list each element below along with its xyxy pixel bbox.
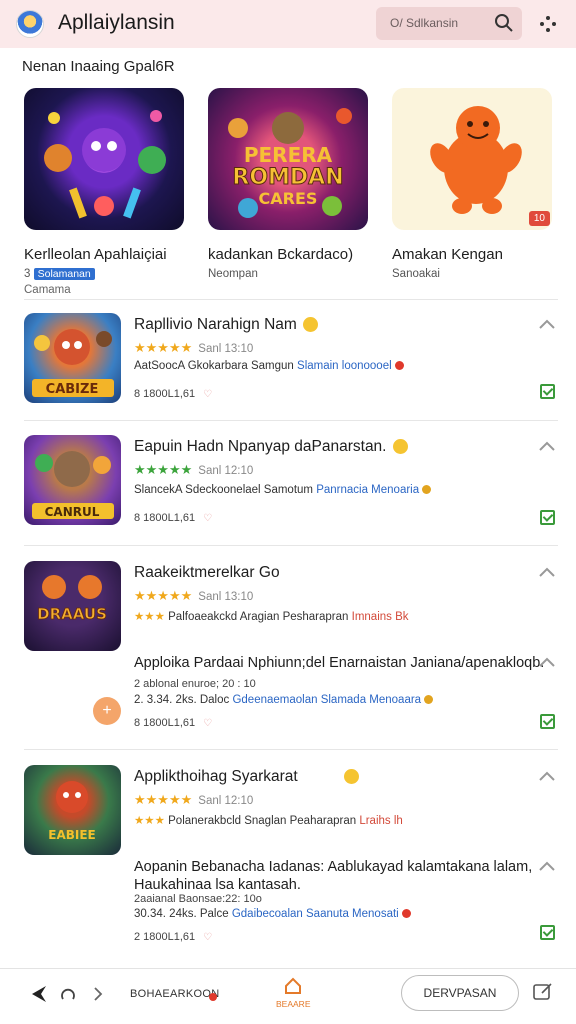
app-meta: SlancekA Sdeckoonelael Samotum Panrnacia…: [134, 484, 432, 496]
featured-card-image: PERERA ROMDAN CARES: [208, 88, 368, 230]
chevron-right-icon[interactable]: [92, 986, 104, 1002]
app-logo-icon: [16, 10, 44, 38]
heart-icon[interactable]: ♡: [203, 389, 212, 400]
more-options-icon[interactable]: [538, 14, 558, 34]
search-placeholder: O/ Sdlkansin: [390, 16, 459, 30]
chevron-up-icon[interactable]: [538, 860, 556, 872]
featured-card-name: Kerlleolan Apahlaiçiai: [24, 246, 167, 263]
undo-icon[interactable]: [60, 987, 76, 1003]
chevron-up-icon[interactable]: [538, 770, 556, 782]
svg-text:CARES: CARES: [259, 189, 318, 208]
app-meta: ★★★ Polanerakbcld Snaglan Peaharapran Lr…: [134, 815, 403, 827]
divider: [24, 749, 558, 750]
app-stats: 2 1800L1,61 ♡: [134, 931, 213, 943]
heart-icon[interactable]: ♡: [203, 932, 212, 943]
svg-text:CABIZE: CABIZE: [46, 382, 99, 397]
app-stats: 8 1800L1,61 ♡: [134, 717, 213, 729]
featured-card-name: Amakan Kengan: [392, 246, 503, 263]
app-title: Eapuin Hadn Npanyap daPanarstan.: [134, 438, 408, 456]
search-input[interactable]: O/ Sdlkansin: [376, 7, 522, 40]
featured-card[interactable]: Kerlleolan Apahlaiçiai 3 Solamanan Camam…: [24, 88, 186, 296]
app-meta: ★★★ Palfoaeakckd Aragian Pesharapran Imn…: [134, 611, 409, 623]
svg-text:DRAAUS: DRAAUS: [37, 605, 107, 623]
app-thumbnail: CANRUL: [24, 435, 121, 525]
star-rating: ★★★★★ Sanl 12:10: [134, 462, 254, 477]
app-title: Raakeiktmerelkar Go: [134, 564, 280, 581]
app-meta: AatSoocA Gkokarbara Samgun Slamain loono…: [134, 360, 404, 372]
install-checkbox[interactable]: [540, 925, 555, 940]
divider: [24, 545, 558, 546]
top-app-bar: Apllaiylansin O/ Sdlkansin: [0, 0, 576, 48]
featured-section-title: Nenan Inaaing Gpal6R: [22, 58, 175, 75]
bottom-navigation-bar: BOHAEARKOON BEAARE DERVPASAN: [0, 968, 576, 1024]
install-checkbox[interactable]: [540, 384, 555, 399]
heart-icon[interactable]: ♡: [203, 718, 212, 729]
featured-card-sub: Camama: [24, 284, 71, 296]
chevron-up-icon[interactable]: [538, 440, 556, 452]
app-thumbnail: CABIZE: [24, 313, 121, 403]
edit-icon[interactable]: [533, 983, 552, 1001]
primary-action-button[interactable]: DERVPASAN: [401, 975, 519, 1011]
app-sub-meta: 2 ablonal enuroe; 20 : 10: [134, 678, 256, 690]
app-title: Rapllivio Narahign Nam: [134, 316, 318, 334]
featured-card-meta: Neompan: [208, 268, 258, 280]
status-dot: [422, 485, 432, 495]
app-title: Applikthoihag Syarkarat: [134, 768, 359, 786]
age-rating-badge: 10: [528, 211, 550, 226]
install-checkbox[interactable]: [540, 510, 555, 525]
install-checkbox[interactable]: [540, 714, 555, 729]
app-subtitle: Apploika Pardaai Nphiunn;del Enarnaistan…: [134, 655, 545, 671]
nav-label[interactable]: BOHAEARKOON: [130, 988, 220, 1000]
chevron-up-icon[interactable]: [538, 566, 556, 578]
svg-text:CANRUL: CANRUL: [45, 505, 100, 519]
chevron-up-icon[interactable]: [538, 318, 556, 330]
app-sub-meta: 2aaianal Baonsae:22: 10o: [134, 893, 262, 905]
star-rating: ★★★★★ Sanl 13:10: [134, 588, 254, 603]
emoji-icon: [343, 769, 359, 785]
status-dot: [424, 695, 434, 705]
app-sub-meta: 2. 3.34. 2ks. Daloc Gdeenaemaolan Slamad…: [134, 694, 434, 706]
home-icon[interactable]: [284, 977, 302, 995]
home-label[interactable]: BEAARE: [276, 999, 311, 1009]
search-icon[interactable]: [494, 13, 514, 33]
featured-card-meta: Sanoakai: [392, 268, 440, 280]
emoji-icon: [392, 439, 408, 455]
featured-card-meta: 3 Solamanan: [24, 268, 95, 280]
back-arrow-icon[interactable]: [30, 985, 48, 1003]
app-sub-meta: 30.34. 24ks. Palce Gdaibecoalan Saanuta …: [134, 908, 411, 920]
add-button[interactable]: +: [93, 697, 121, 725]
divider: [24, 299, 558, 300]
notification-dot: [209, 993, 217, 1001]
svg-text:EABIEE: EABIEE: [48, 828, 96, 842]
app-stats: 8 1800L1,61 ♡: [134, 512, 213, 524]
featured-card[interactable]: 10 Amakan Kengan Sanoakai: [392, 88, 554, 280]
heart-icon[interactable]: ♡: [203, 513, 212, 524]
app-subtitle: Aopanin Bebanacha Iadanas: Aablukayad ka…: [134, 859, 533, 893]
app-thumbnail: EABIEE: [24, 765, 121, 855]
status-dot: [394, 361, 404, 371]
status-dot: [401, 909, 411, 919]
emoji-icon: [302, 317, 318, 333]
divider: [24, 420, 558, 421]
chevron-up-icon[interactable]: [538, 656, 556, 668]
app-title: Apllaiylansin: [58, 11, 175, 34]
featured-card-image: 10: [392, 88, 552, 230]
featured-card[interactable]: PERERA ROMDAN CARES kadankan Bckardaco) …: [208, 88, 370, 280]
app-stats: 8 1800L1,61 ♡: [134, 388, 213, 400]
featured-card-name: kadankan Bckardaco): [208, 246, 354, 263]
svg-text:ROMDAN: ROMDAN: [232, 165, 343, 190]
app-thumbnail: DRAAUS: [24, 561, 121, 651]
featured-card-image: [24, 88, 184, 230]
svg-text:PERERA: PERERA: [244, 143, 333, 167]
star-rating: ★★★★★ Sanl 12:10: [134, 792, 254, 807]
star-rating: ★★★★★ Sanl 13:10: [134, 340, 254, 355]
